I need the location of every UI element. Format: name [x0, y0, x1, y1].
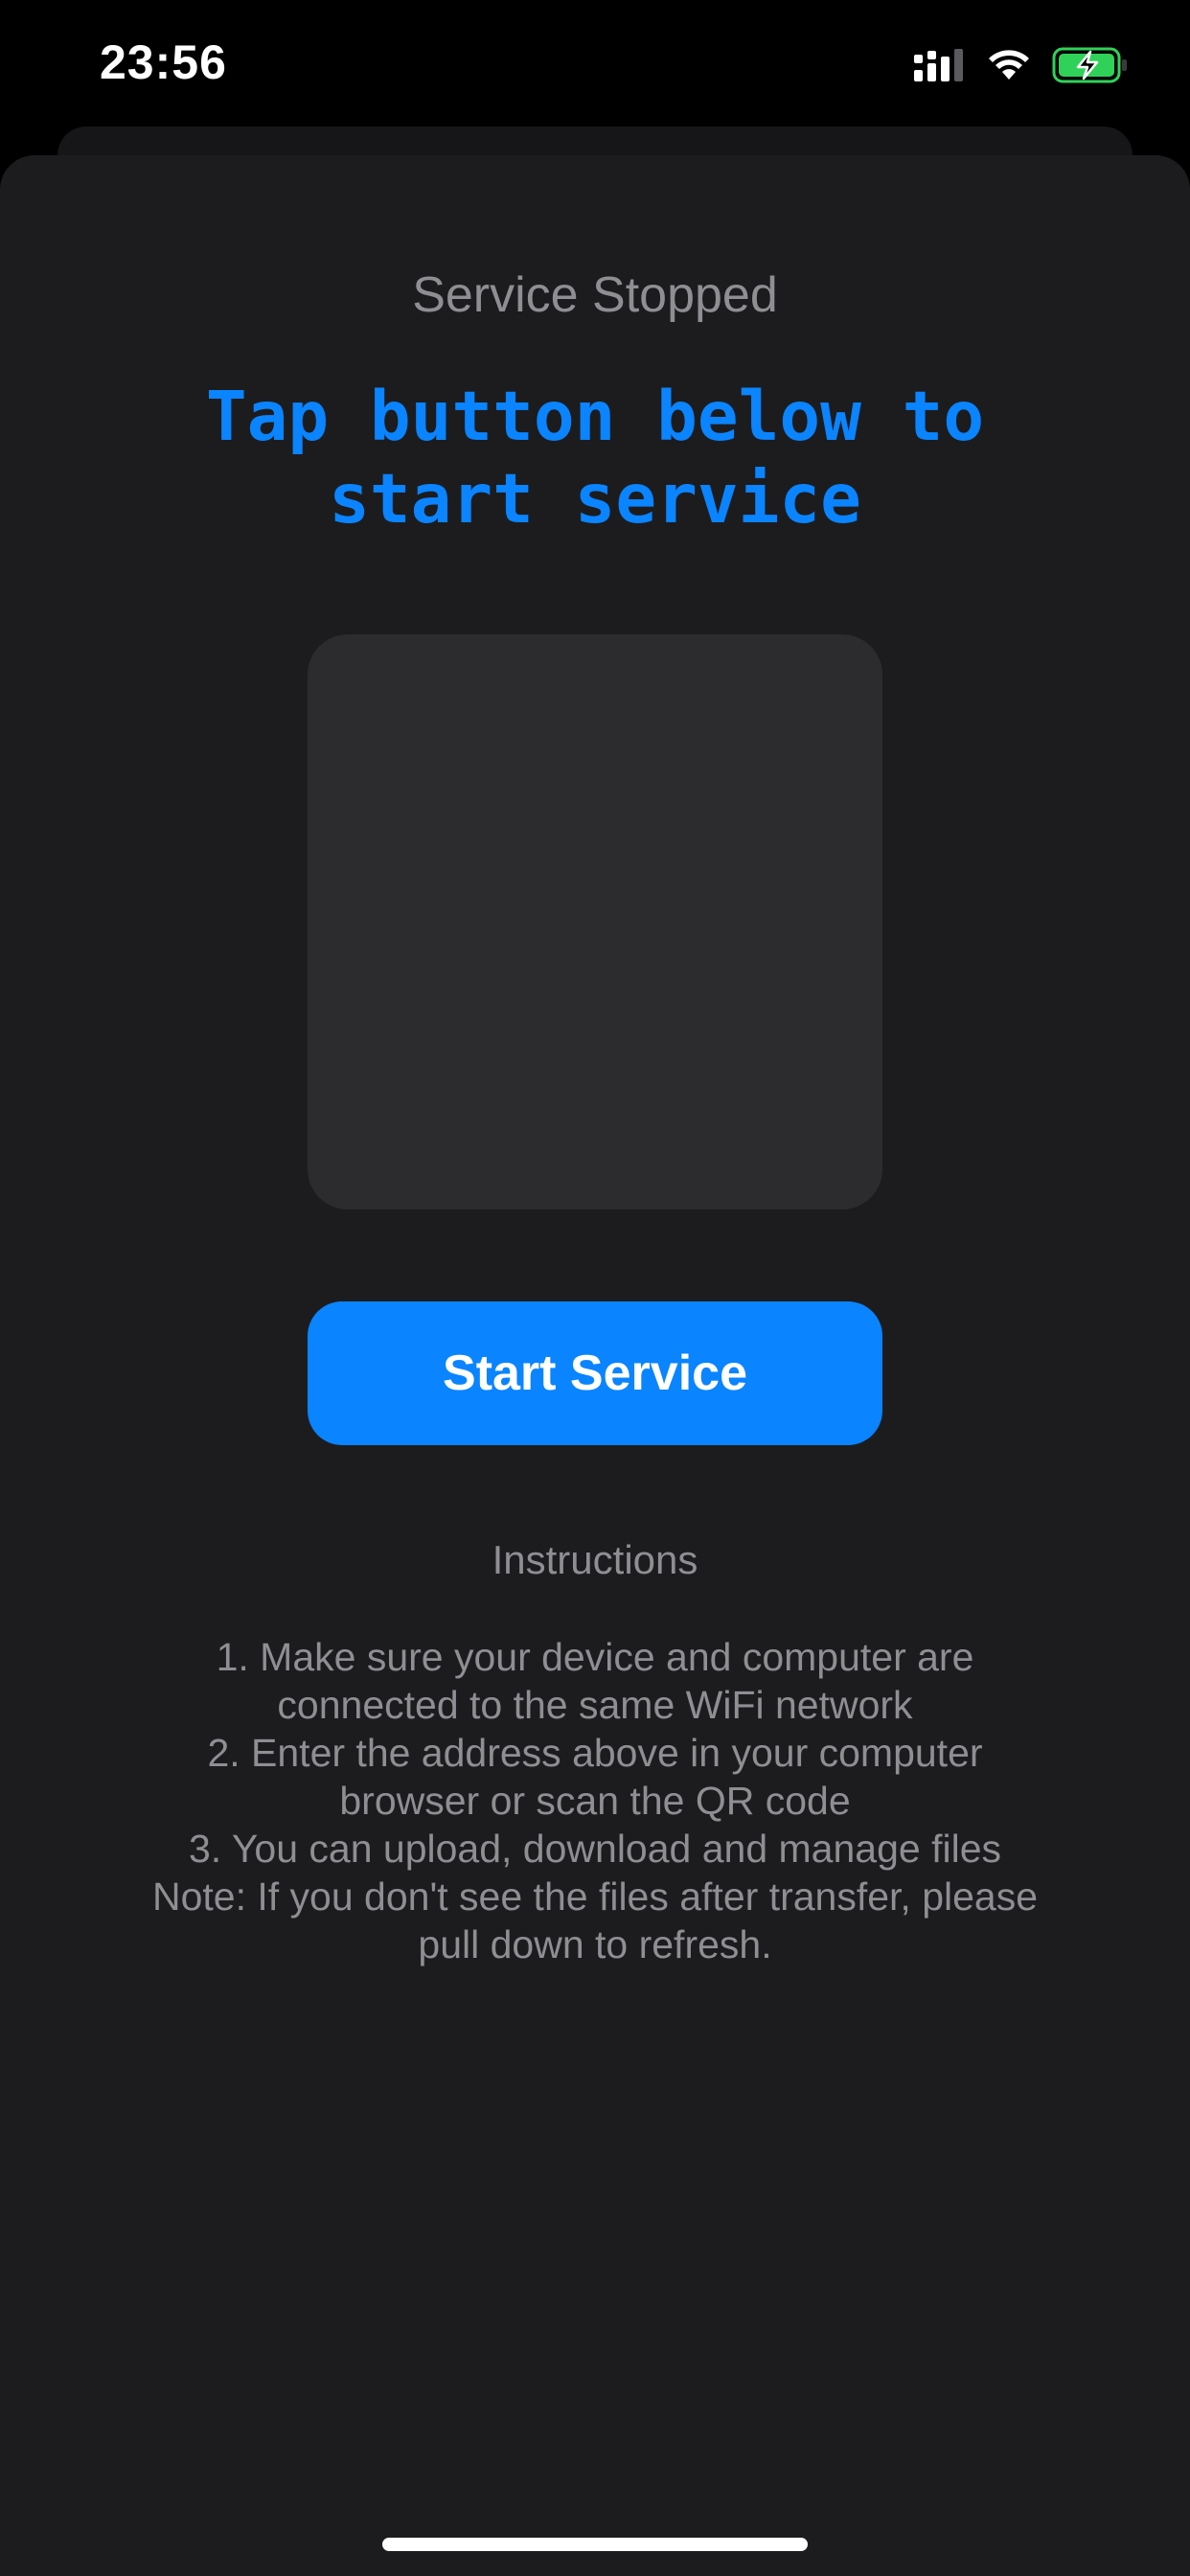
instruction-line: browser or scan the QR code [339, 1779, 851, 1823]
instructions-title: Instructions [492, 1537, 698, 1582]
service-status-label: Service Stopped [412, 267, 778, 323]
status-bar: 23:56 [0, 0, 1190, 125]
instruction-line: Note: If you don't see the files after t… [151, 1874, 1039, 1919]
headline-line: Tap button below to [205, 377, 985, 456]
battery-charging-icon [1052, 47, 1127, 83]
status-time: 23:56 [100, 35, 227, 89]
instruction-line: pull down to refresh. [418, 1922, 772, 1966]
headline-line: start service [329, 459, 861, 539]
start-service-button[interactable]: Start Service [308, 1301, 882, 1445]
wifi-icon [989, 50, 1029, 80]
home-indicator[interactable] [382, 2538, 808, 2551]
headline: Tap button below to start service [116, 376, 1074, 540]
cellular-signal-icon [914, 49, 963, 81]
status-icons [914, 42, 1129, 88]
qr-code-placeholder [308, 634, 882, 1209]
instruction-line: 2. Enter the address above in your compu… [207, 1731, 983, 1775]
instruction-line: 1. Make sure your device and computer ar… [216, 1635, 974, 1679]
instruction-line: connected to the same WiFi network [277, 1683, 913, 1727]
instruction-line: 3. You can upload, download and manage f… [188, 1827, 1001, 1871]
instructions-list: 1. Make sure your device and computer ar… [86, 1633, 1104, 1968]
